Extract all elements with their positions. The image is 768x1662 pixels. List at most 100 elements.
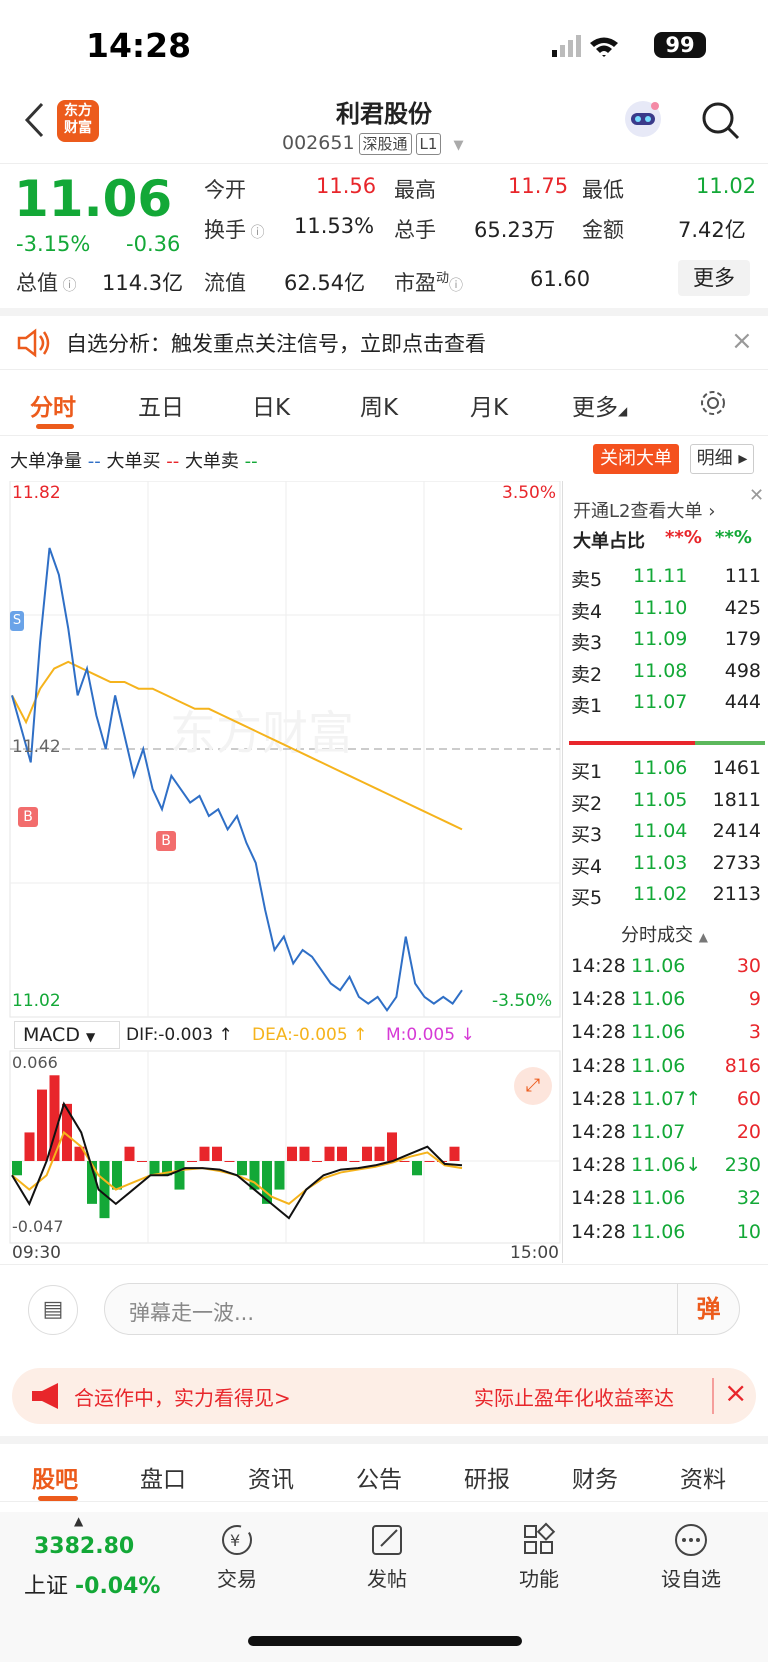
low-value: 11.02 bbox=[696, 174, 757, 198]
macd-bar bbox=[412, 1161, 422, 1176]
more-button[interactable]: 更多 bbox=[678, 260, 750, 296]
macd-bar bbox=[124, 1146, 135, 1161]
close-icon[interactable]: × bbox=[724, 1376, 747, 1409]
megaphone-icon bbox=[32, 1383, 58, 1409]
order-row[interactable]: 卖4 11.10 425 bbox=[563, 597, 768, 630]
order-level: 买4 bbox=[571, 855, 603, 878]
order-volume: 2414 bbox=[712, 820, 761, 842]
stock-code-line[interactable]: 002651 深股通 L1 ▼ bbox=[282, 132, 464, 155]
y-bottom-pct: -3.50% bbox=[492, 991, 553, 1011]
bullet-settings-icon[interactable]: ▤ bbox=[28, 1285, 78, 1335]
gear-icon[interactable] bbox=[698, 388, 728, 418]
order-row[interactable]: 卖1 11.07 444 bbox=[563, 691, 768, 724]
ratio-sell: **% bbox=[715, 527, 752, 548]
y-top-pct: 3.50% bbox=[502, 483, 557, 503]
signal-wifi-icon bbox=[552, 35, 618, 57]
legend-sell: 大单卖 bbox=[184, 451, 239, 472]
ratio-buy: **% bbox=[665, 527, 702, 548]
robot-assistant-icon[interactable] bbox=[622, 98, 664, 140]
post-button[interactable]: 发帖 bbox=[342, 1522, 432, 1592]
tab-announcements[interactable]: 公告 bbox=[356, 1460, 402, 1494]
tab-weekly-k[interactable]: 周K bbox=[360, 388, 398, 422]
trade-time: 14:28 bbox=[571, 1054, 626, 1077]
amount-label: 金额 bbox=[582, 218, 624, 242]
detail-button[interactable]: 明细 ▸ bbox=[690, 444, 754, 474]
trade-row: 14:28 11.06 30 bbox=[563, 955, 768, 990]
trade-row: 14:28 11.06 32 bbox=[563, 1187, 768, 1222]
buy-marker[interactable]: B bbox=[156, 831, 176, 851]
pe-label[interactable]: 市盈动ⓘ bbox=[394, 267, 463, 297]
tab-five-day[interactable]: 五日 bbox=[138, 388, 184, 422]
turnover-label[interactable]: 换手 ⓘ bbox=[204, 214, 264, 244]
close-big-order-button[interactable]: 关闭大单 bbox=[593, 444, 679, 474]
macd-bar bbox=[424, 1161, 435, 1162]
tab-monthly-k[interactable]: 月K bbox=[470, 388, 508, 422]
order-row[interactable]: 买4 11.03 2733 bbox=[563, 852, 768, 885]
trade-row: 14:28 11.06 10 bbox=[563, 1221, 768, 1256]
home-indicator[interactable] bbox=[248, 1636, 522, 1646]
tab-intraday[interactable]: 分时 bbox=[30, 388, 76, 422]
tab-finance[interactable]: 财务 bbox=[572, 1460, 618, 1494]
order-row[interactable]: 卖2 11.08 498 bbox=[563, 660, 768, 693]
tab-more[interactable]: 更多◢ bbox=[572, 388, 627, 422]
l2-link[interactable]: 开通L2查看大单 › bbox=[573, 497, 715, 523]
watermark: 东方财富 bbox=[170, 707, 354, 759]
market-cap: 114.3亿 bbox=[102, 271, 184, 295]
bullet-toggle-button[interactable]: 弹 bbox=[677, 1284, 739, 1334]
expand-icon[interactable]: ⤢ bbox=[514, 1067, 552, 1105]
tab-underline bbox=[36, 424, 74, 429]
macd-bottom: -0.047 bbox=[12, 1217, 64, 1236]
order-row[interactable]: 买5 11.02 2113 bbox=[563, 883, 768, 916]
macd-bar bbox=[37, 1089, 47, 1161]
order-row[interactable]: 买3 11.04 2414 bbox=[563, 820, 768, 853]
ad-banner[interactable]: 合运作中，实力看得见> 实际止盈年化收益率达 × bbox=[12, 1368, 756, 1424]
trade-price: 11.06 bbox=[631, 1187, 686, 1210]
trade-button[interactable]: ¥ 交易 bbox=[192, 1522, 282, 1592]
close-icon[interactable]: ✕ bbox=[749, 485, 764, 506]
trade-price: 11.06↓ bbox=[631, 1154, 702, 1177]
order-volume: 1811 bbox=[712, 788, 761, 811]
alert-banner[interactable]: 自选分析：触发重点关注信号，立即点击查看 × bbox=[0, 308, 768, 370]
tab-order-book[interactable]: 盘口 bbox=[140, 1460, 186, 1494]
indicator-select[interactable]: MACD ▼ bbox=[14, 1021, 120, 1049]
intraday-chart[interactable]: 东方财富 11.82 11.42 11.02 3.50% -3.50% B B … bbox=[0, 480, 562, 1263]
bullet-input[interactable]: 弹幕走一波... 弹 bbox=[104, 1283, 740, 1335]
tab-daily-k[interactable]: 日K bbox=[252, 388, 290, 422]
close-icon[interactable]: × bbox=[731, 326, 753, 356]
tab-profile[interactable]: 资料 bbox=[680, 1460, 726, 1494]
tab-research[interactable]: 研报 bbox=[464, 1460, 510, 1494]
battery-icon: 99 bbox=[654, 32, 706, 58]
add-watchlist-button[interactable]: 设自选 bbox=[646, 1522, 736, 1592]
index-value[interactable]: 3382.80 bbox=[34, 1534, 134, 1559]
order-volume: 444 bbox=[724, 691, 761, 713]
market-cap-label[interactable]: 总值 ⓘ bbox=[16, 267, 76, 297]
trade-volume: 30 bbox=[736, 955, 761, 977]
last-price: 11.06 bbox=[14, 170, 173, 228]
index-line[interactable]: 上证 -0.04% bbox=[24, 1568, 160, 1600]
order-level: 卖2 bbox=[571, 663, 603, 686]
order-row[interactable]: 买2 11.05 1811 bbox=[563, 789, 768, 822]
trade-price: 11.06 bbox=[631, 955, 686, 977]
order-price: 11.11 bbox=[633, 565, 688, 587]
high-label: 最高 bbox=[394, 178, 436, 202]
y-bottom-price: 11.02 bbox=[12, 991, 61, 1011]
tab-news[interactable]: 资讯 bbox=[248, 1460, 294, 1494]
order-volume: 179 bbox=[724, 628, 761, 650]
order-row[interactable]: 买1 11.06 1461 bbox=[563, 757, 768, 790]
order-level: 卖4 bbox=[571, 600, 603, 623]
search-icon[interactable] bbox=[700, 100, 742, 142]
order-row[interactable]: 卖3 11.09 179 bbox=[563, 628, 768, 661]
macd-bar bbox=[374, 1146, 385, 1161]
tab-forum[interactable]: 股吧 bbox=[32, 1460, 78, 1494]
trades-title[interactable]: 分时成交 ▲ bbox=[621, 921, 708, 947]
open-value: 11.56 bbox=[316, 174, 377, 198]
order-price: 11.04 bbox=[633, 820, 688, 842]
high-value: 11.75 bbox=[508, 174, 569, 198]
buy-marker[interactable]: B bbox=[18, 807, 38, 827]
ad-text-left: 合运作中，实力看得见> bbox=[74, 1386, 291, 1410]
trade-time: 14:28 bbox=[571, 1021, 626, 1044]
functions-button[interactable]: 功能 bbox=[494, 1522, 584, 1592]
sell-marker[interactable]: S bbox=[10, 611, 24, 631]
order-row[interactable]: 卖5 11.11 111 bbox=[563, 565, 768, 598]
macd-bar bbox=[174, 1161, 185, 1190]
